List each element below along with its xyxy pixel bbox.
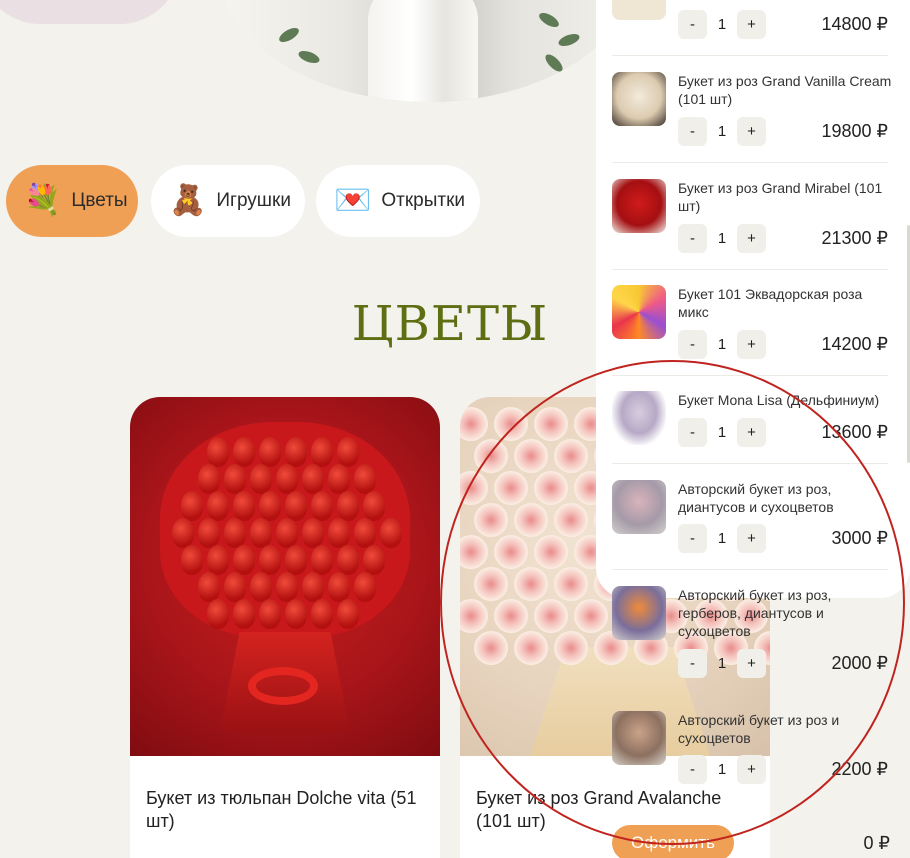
quantity-value: 1 [717,530,727,547]
cart-item: Букет из роз Grand Mirabel (101 шт) - 1 … [612,179,888,259]
decrease-button[interactable]: - [678,649,707,678]
cart-item-price: 21300 ₽ [821,228,888,248]
cart-item: Авторский букет из роз, диантусов и сухо… [612,480,888,560]
quantity-stepper[interactable]: - 1 + [678,224,766,253]
category-flowers-button[interactable]: 💐 Цветы [6,165,138,237]
quantity-stepper[interactable]: - 1 + [678,524,766,553]
cart-item-title: Авторский букет из роз, диантусов и сухо… [678,481,834,515]
cart-item-title: Авторский букет из роз и сухоцветов [678,712,840,746]
cart-item-price: 14200 ₽ [821,334,888,354]
hero-image-left [0,0,180,24]
cart-item-image [612,391,666,445]
checkout-button[interactable]: Оформить [612,825,734,858]
increase-button[interactable]: + [737,649,766,678]
cart-item-title: Букет из роз Grand Mirabel (101 шт) [678,180,883,214]
leaf [556,31,582,49]
quantity-stepper[interactable]: - 1 + [678,649,766,678]
divider [612,569,888,570]
cart-item: Букет 101 Эквадорская роза микс - 1 + 14… [612,285,888,365]
quantity-value: 1 [717,655,727,672]
cart-item-title: Букет Mona Lisa (Дельфиниум) [678,392,880,408]
category-label: Цветы [71,190,128,211]
quantity-stepper[interactable]: - 1 + [678,117,766,146]
cart-item-image [612,179,666,233]
product-image-tulips[interactable] [130,397,440,756]
decrease-button[interactable]: - [678,524,707,553]
quantity-value: 1 [717,123,727,140]
category-label: Игрушки [216,190,291,211]
divider [612,463,888,464]
cart-item-image [612,72,666,126]
increase-button[interactable]: + [737,755,766,784]
quantity-stepper[interactable]: - 1 + [678,330,766,359]
greeting-card-icon: 💌 [334,184,372,217]
cart-item: Авторский букет из роз, герберов, дианту… [612,586,888,682]
decrease-button[interactable]: - [678,330,707,359]
hero-image-vase [218,0,638,102]
vase-shape [368,0,478,102]
cart-item-image [612,285,666,339]
quantity-stepper[interactable]: - 1 + [678,10,766,39]
quantity-stepper[interactable]: - 1 + [678,418,766,447]
cart-item-price: 2000 ₽ [831,653,889,673]
bouquet-icon: 💐 [24,184,62,217]
decrease-button[interactable]: - [678,224,707,253]
cart-item-image [612,480,666,534]
cart-item-title: Букет из роз Grand Vanilla Cream (101 шт… [678,73,892,107]
quantity-value: 1 [717,336,727,353]
cart-item-title: Авторский букет из роз, герберов, дианту… [678,587,832,639]
teddy-bear-icon: 🧸 [169,184,207,217]
cart-item: - 1 + 14800 ₽ [612,0,888,50]
category-toys-button[interactable]: 🧸 Игрушки [151,165,305,237]
decrease-button[interactable]: - [678,418,707,447]
cart-item: Букет Mona Lisa (Дельфиниум) - 1 + 13600… [612,391,888,453]
cart-total: 0 ₽ [863,833,890,853]
divider [612,375,888,376]
decrease-button[interactable]: - [678,755,707,784]
cart-item-price: 13600 ₽ [821,422,888,442]
section-title: ЦВЕТЫ [351,296,549,352]
cart-item-image [612,711,666,765]
quantity-value: 1 [717,424,727,441]
decrease-button[interactable]: - [678,117,707,146]
increase-button[interactable]: + [737,117,766,146]
increase-button[interactable]: + [737,418,766,447]
leaf [296,48,322,66]
category-cards-button[interactable]: 💌 Открытки [316,165,480,237]
category-label: Открытки [381,190,466,211]
quantity-value: 1 [717,16,727,33]
leaf [542,51,566,75]
increase-button[interactable]: + [737,224,766,253]
divider [612,162,888,163]
product-name[interactable]: Букет из тюльпан Dolche vita (51 шт) [146,787,424,833]
increase-button[interactable]: + [737,330,766,359]
increase-button[interactable]: + [737,524,766,553]
product-card[interactable]: Букет из тюльпан Dolche vita (51 шт) [130,397,440,858]
cart-item-title: Букет 101 Эквадорская роза микс [678,286,863,320]
cart-item: Авторский букет из роз и сухоцветов - 1 … [612,711,888,791]
quantity-stepper[interactable]: - 1 + [678,755,766,784]
quantity-value: 1 [717,230,727,247]
cart-item-image [612,0,666,20]
cart-item-price: 3000 ₽ [831,528,889,548]
cart-item: Букет из роз Grand Vanilla Cream (101 шт… [612,72,891,152]
leaf [536,10,562,30]
divider [612,55,888,56]
quantity-value: 1 [717,761,727,778]
cart-item-price: 14800 ₽ [821,14,888,34]
divider [612,269,888,270]
decrease-button[interactable]: - [678,10,707,39]
cart-item-price: 2200 ₽ [831,759,889,779]
cart-item-image [612,586,666,640]
increase-button[interactable]: + [737,10,766,39]
leaf [276,25,302,45]
cart-item-price: 19800 ₽ [821,121,888,141]
